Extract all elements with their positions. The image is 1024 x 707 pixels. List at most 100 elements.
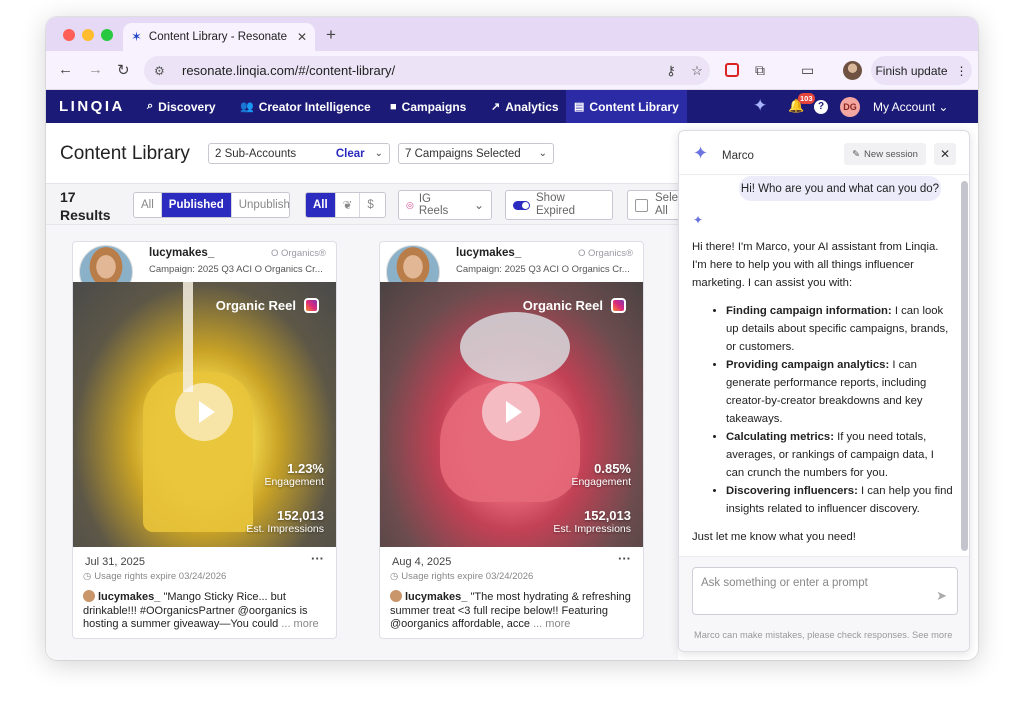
instagram-icon bbox=[611, 298, 626, 313]
browser-window: ✶ Content Library - Resonate ✕ + ← → ↻ ⚙… bbox=[46, 17, 978, 660]
format-line1: IG bbox=[418, 193, 431, 205]
show-expired-toggle[interactable]: Show Expired bbox=[505, 190, 613, 220]
search-icon: ⌕ bbox=[147, 100, 154, 112]
nav-discovery-label: Discovery bbox=[158, 99, 216, 114]
marco-header: ✦ Marco ✎ New session ✕ bbox=[679, 131, 969, 175]
sparkle-icon: ✦ bbox=[693, 143, 709, 163]
tab-all[interactable]: All bbox=[134, 193, 162, 217]
more-options-icon[interactable]: ··· bbox=[311, 551, 324, 566]
more-link[interactable]: ... more bbox=[533, 618, 570, 630]
dollar-icon[interactable]: $ bbox=[360, 193, 380, 217]
prompt-input[interactable]: Ask something or enter a prompt ➤ bbox=[692, 567, 958, 615]
cream-pour-shape bbox=[183, 282, 193, 392]
engagement-stat: 0.85% Engagement bbox=[571, 461, 631, 488]
nav-content-library-label: Content Library bbox=[589, 99, 679, 114]
show-expired-line2: Expired bbox=[536, 205, 575, 217]
filter-bar: 17 Results All Published Unpublished All… bbox=[46, 183, 687, 225]
caption-username: lucymakes_ bbox=[405, 591, 468, 603]
my-account-menu[interactable]: My Account ⌄ bbox=[873, 100, 948, 114]
subaccounts-select[interactable]: 2 Sub-Accounts Clear ⌄ bbox=[208, 143, 390, 164]
sparkle-icon[interactable]: ✦ bbox=[753, 96, 767, 116]
post-type-label: Organic Reel bbox=[522, 298, 603, 313]
campaigns-select[interactable]: 7 Campaigns Selected ⌄ bbox=[398, 143, 554, 164]
prompt-placeholder: Ask something or enter a prompt bbox=[701, 577, 868, 589]
capability-item: Providing campaign analytics: I can gene… bbox=[726, 356, 954, 428]
tab-search-icon[interactable]: ▭ bbox=[801, 62, 814, 79]
maximize-window-button[interactable] bbox=[101, 29, 113, 41]
usage-rights: ◷ Usage rights expire 03/24/2026 bbox=[390, 571, 533, 582]
browser-tab[interactable]: ✶ Content Library - Resonate ✕ bbox=[123, 23, 315, 51]
toggle-switch[interactable] bbox=[513, 200, 530, 210]
instagram-icon: ◎ bbox=[406, 199, 414, 210]
nav-campaigns[interactable]: ■ Campaigns bbox=[382, 90, 474, 123]
brand-name: O Organics® bbox=[270, 248, 326, 259]
forward-icon[interactable]: → bbox=[88, 61, 103, 78]
nav-analytics-label: Analytics bbox=[505, 99, 559, 114]
impressions-label: Est. Impressions bbox=[246, 523, 324, 535]
linqia-logo[interactable]: LINQIA bbox=[59, 98, 125, 115]
people-icon: 👥 bbox=[240, 101, 254, 113]
new-session-label: New session bbox=[864, 148, 918, 160]
media-thumbnail[interactable]: Organic Reel 1.23% Engagement 152,013 Es… bbox=[73, 282, 336, 547]
assistant-sparkle-icon: ✦ bbox=[693, 213, 704, 227]
reload-icon[interactable]: ↻ bbox=[117, 61, 130, 79]
nav-analytics[interactable]: ↗ Analytics bbox=[483, 90, 567, 123]
close-window-button[interactable] bbox=[63, 29, 75, 41]
back-icon[interactable]: ← bbox=[58, 61, 73, 78]
capability-title: Providing campaign analytics: bbox=[726, 359, 890, 371]
user-avatar[interactable]: DG bbox=[840, 97, 860, 117]
url-field[interactable]: ⚙ resonate.linqia.com/#/content-library/… bbox=[144, 56, 710, 85]
type-all[interactable]: All bbox=[306, 193, 336, 217]
new-tab-icon[interactable]: + bbox=[326, 25, 336, 45]
puzzle-icon[interactable]: ⧉ bbox=[755, 62, 765, 79]
tab-unpublished[interactable]: Unpublished bbox=[232, 193, 289, 217]
page-header: Content Library 2 Sub-Accounts Clear ⌄ 7… bbox=[46, 123, 678, 183]
select-all-line2: All bbox=[655, 205, 668, 217]
creator-username[interactable]: lucymakes_ bbox=[456, 247, 521, 259]
minimize-window-button[interactable] bbox=[82, 29, 94, 41]
help-icon[interactable]: ? bbox=[814, 100, 828, 114]
subaccounts-value: 2 Sub-Accounts bbox=[215, 147, 297, 160]
creator-username[interactable]: lucymakes_ bbox=[149, 247, 214, 259]
marco-footer: Ask something or enter a prompt ➤ Marco … bbox=[679, 556, 969, 651]
clear-link[interactable]: Clear bbox=[336, 148, 365, 160]
capability-title: Calculating metrics: bbox=[726, 431, 834, 443]
play-icon[interactable] bbox=[175, 383, 233, 441]
content-card[interactable]: lucymakes_ O Organics® Campaign: 2025 Q3… bbox=[72, 241, 337, 639]
kebab-menu-icon[interactable]: ⋮ bbox=[956, 64, 968, 78]
tab-bar: ✶ Content Library - Resonate ✕ + bbox=[46, 17, 978, 51]
scrollbar[interactable] bbox=[961, 181, 968, 551]
play-icon[interactable] bbox=[482, 383, 540, 441]
tab-close-icon[interactable]: ✕ bbox=[297, 30, 307, 44]
nav-content-library[interactable]: ▤ Content Library bbox=[566, 90, 687, 123]
extension-icon[interactable] bbox=[725, 63, 739, 77]
app-navbar: LINQIA ⌕ Discovery 👥 Creator Intelligenc… bbox=[46, 90, 978, 123]
format-select[interactable]: ◎ IG Reels ⌄ bbox=[398, 190, 492, 220]
send-icon[interactable]: ➤ bbox=[936, 588, 947, 604]
impressions-stat: 152,013 Est. Impressions bbox=[246, 508, 324, 535]
profile-avatar[interactable] bbox=[843, 61, 862, 80]
bookmark-star-icon[interactable]: ☆ bbox=[684, 63, 710, 79]
nav-discovery[interactable]: ⌕ Discovery bbox=[139, 90, 224, 123]
more-options-icon[interactable]: ··· bbox=[618, 551, 631, 566]
new-session-button[interactable]: ✎ New session bbox=[844, 143, 926, 165]
leaf-icon[interactable]: ❦ bbox=[336, 193, 361, 217]
nav-campaigns-label: Campaigns bbox=[401, 99, 467, 114]
tab-published[interactable]: Published bbox=[161, 193, 232, 217]
checkbox[interactable] bbox=[635, 198, 648, 212]
nav-creator-intelligence[interactable]: 👥 Creator Intelligence bbox=[232, 90, 379, 123]
key-icon[interactable]: ⚷ bbox=[658, 63, 684, 79]
site-settings-icon[interactable]: ⚙ bbox=[154, 64, 172, 78]
trend-icon: ↗ bbox=[491, 101, 501, 113]
finish-update-button[interactable]: Finish update ⋮ bbox=[871, 56, 972, 85]
my-account-label: My Account bbox=[873, 100, 936, 114]
impressions-label: Est. Impressions bbox=[553, 523, 631, 535]
content-card[interactable]: lucymakes_ O Organics® Campaign: 2025 Q3… bbox=[379, 241, 644, 639]
media-thumbnail[interactable]: Organic Reel 0.85% Engagement 152,013 Es… bbox=[380, 282, 643, 547]
tab-title: Content Library - Resonate bbox=[148, 31, 287, 43]
close-icon[interactable]: ✕ bbox=[934, 143, 956, 165]
more-link[interactable]: ... more bbox=[281, 618, 318, 630]
engagement-value: 1.23% bbox=[287, 461, 324, 476]
post-date: Jul 31, 2025 bbox=[85, 556, 145, 568]
mini-avatar bbox=[390, 590, 402, 602]
